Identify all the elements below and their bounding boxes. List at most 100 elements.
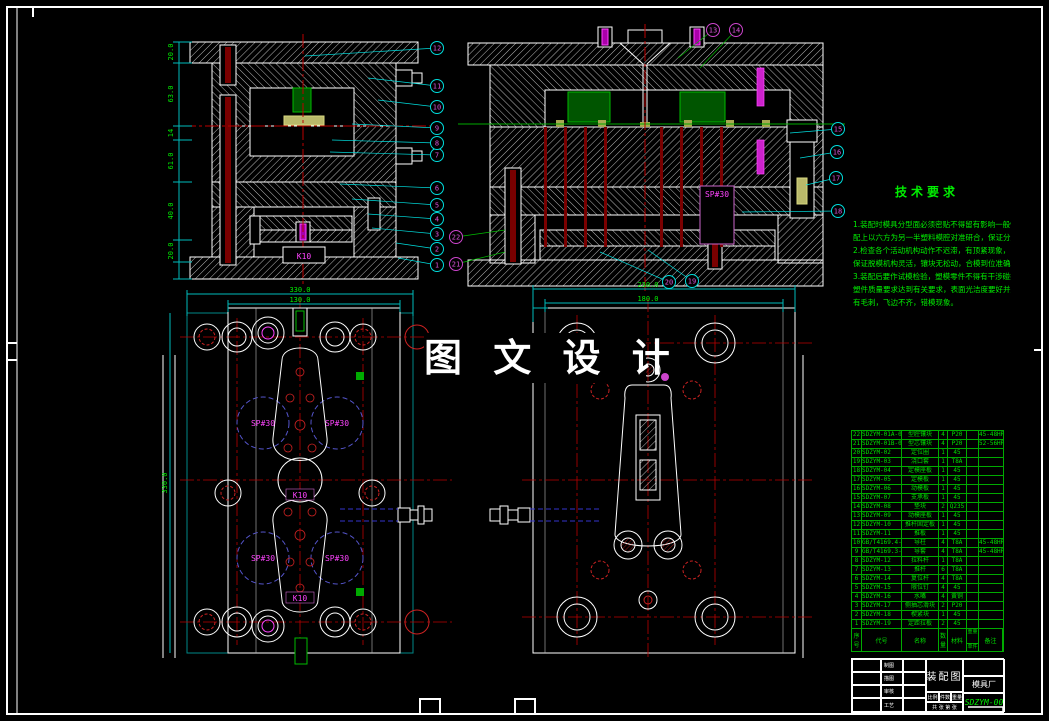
bom-cell: 复位杆 bbox=[902, 575, 939, 584]
sp30-section-label: SP#30 bbox=[699, 185, 735, 245]
title-block: 制图 描图 审核 工艺 装配图 比例 件数 重量 共 张 第 张 模具厂 SDZ… bbox=[851, 658, 1005, 713]
watermark-text: 图 文 设 计 bbox=[424, 333, 670, 383]
svg-text:3: 3 bbox=[435, 231, 439, 239]
bom-cell: 2 bbox=[939, 503, 948, 512]
svg-text:12: 12 bbox=[433, 45, 441, 53]
bom-cell bbox=[967, 584, 979, 593]
bom-row: 1 SDZYM-19 定距拉板 2 45 bbox=[852, 620, 1003, 629]
bom-cell: SDZYM-10 bbox=[862, 521, 902, 530]
bom-cell: 动模座板 bbox=[902, 512, 939, 521]
bom-row: 8 SDZYM-12 拉料杆 1 T8A bbox=[852, 557, 1003, 566]
bom-row: 20 SDZYM-02 定位圈 1 45 bbox=[852, 449, 1003, 458]
bom-cell: 4 bbox=[852, 593, 862, 602]
bom-cell bbox=[967, 485, 979, 494]
bom-cell: T8A bbox=[948, 575, 967, 584]
svg-text:18: 18 bbox=[834, 208, 842, 216]
bom-cell bbox=[979, 458, 1003, 467]
sp30-plan-label: SP#30 bbox=[251, 554, 275, 563]
bom-cell bbox=[979, 530, 1003, 539]
bom-row: 10GB/T4169.4-2006导柱4T8A 45-48HRC bbox=[852, 539, 1003, 548]
bom-cell bbox=[967, 512, 979, 521]
tb-weight-label: 重量 bbox=[951, 692, 963, 702]
bom-cell: 水嘴 bbox=[902, 593, 939, 602]
dim-chain-label: 63.0 bbox=[167, 86, 175, 103]
bom-row: 22SDZYM-01A-00型腔镶块4P20 45-48HRC bbox=[852, 431, 1003, 440]
bom-cell: P20 bbox=[948, 440, 967, 449]
bom-cell: 4 bbox=[939, 431, 948, 440]
bom-cell: 型芯镶块 bbox=[902, 440, 939, 449]
bom-cell: SDZYM-16 bbox=[862, 593, 902, 602]
view-section-right: SP#30 bbox=[458, 24, 845, 292]
svg-text:2: 2 bbox=[435, 246, 439, 254]
sp30-plan-label: SP#30 bbox=[325, 419, 349, 428]
bom-cell: SDZYM-02 bbox=[862, 449, 902, 458]
bom-cell bbox=[967, 467, 979, 476]
dim-plan-left-side: 330.0 bbox=[161, 472, 169, 493]
bom-cell: 推杆固定板 bbox=[902, 521, 939, 530]
bom-cell: SDZYM-15 bbox=[862, 584, 902, 593]
bom-cell: SDZYM-08 bbox=[862, 503, 902, 512]
bom-cell: 1 bbox=[939, 557, 948, 566]
bom-cell bbox=[967, 449, 979, 458]
tb-scale-label: 比例 bbox=[926, 692, 939, 702]
bom-cell bbox=[967, 557, 979, 566]
bom-cell: 13 bbox=[852, 512, 862, 521]
bom-cell: 黄铜 bbox=[948, 593, 967, 602]
bom-cell: 45 bbox=[948, 620, 967, 629]
bom-cell: 45-48HRC bbox=[979, 431, 1003, 440]
tech-requirements-line-1: 1.装配时模具分型面必须密贴不得留有影响一般性能的间隙， bbox=[853, 220, 1011, 229]
bom-cell bbox=[967, 575, 979, 584]
bom-cell: SDZYM-18 bbox=[862, 611, 902, 620]
bom-cell: 19 bbox=[852, 458, 862, 467]
bom-cell bbox=[967, 431, 979, 440]
tech-requirements-line-7: 有毛刺，飞边不齐，错模现象。 bbox=[853, 298, 958, 307]
bom-cell: 1 bbox=[939, 611, 948, 620]
bom-cell: 11 bbox=[852, 530, 862, 539]
svg-text:11: 11 bbox=[433, 83, 441, 91]
drawing-number: SDZYM-00 bbox=[963, 693, 1005, 712]
bom-cell: P20 bbox=[948, 602, 967, 611]
bom-cell: 3 bbox=[852, 602, 862, 611]
bom-cell: SDZYM-17 bbox=[862, 602, 902, 611]
bom-cell: 21 bbox=[852, 440, 862, 449]
bom-cell bbox=[979, 557, 1003, 566]
bom-cell bbox=[967, 602, 979, 611]
bom-cell: 45 bbox=[948, 476, 967, 485]
bom-cell: 动模板 bbox=[902, 485, 939, 494]
bom-cell: 45 bbox=[948, 584, 967, 593]
tb-label-3: 工艺 bbox=[852, 698, 926, 712]
bom-header-code: 代号 bbox=[862, 629, 902, 651]
dim-chain-label: 61.0 bbox=[167, 153, 175, 170]
bom-cell bbox=[979, 575, 1003, 584]
svg-text:14: 14 bbox=[732, 27, 740, 35]
svg-text:9: 9 bbox=[435, 125, 439, 133]
bom-cell: SDZYM-01B-00 bbox=[862, 440, 902, 449]
bom-cell: SDZYM-06 bbox=[862, 485, 902, 494]
bom-cell bbox=[967, 566, 979, 575]
bom-cell: 45 bbox=[948, 512, 967, 521]
bom-cell: 45-48HRC bbox=[979, 548, 1003, 557]
svg-text:21: 21 bbox=[452, 261, 460, 269]
bom-cell: 限位钉 bbox=[902, 584, 939, 593]
bom-cell bbox=[979, 593, 1003, 602]
svg-text:16: 16 bbox=[833, 149, 841, 157]
bom-cell: 7 bbox=[852, 566, 862, 575]
bom-cell: GB/T4169.3-2006 bbox=[862, 548, 902, 557]
tech-requirements-line-3: 2.检查各个活动机构动作不迟滞，有顶紧现象， bbox=[853, 246, 1011, 255]
bom-cell: Q235 bbox=[948, 503, 967, 512]
bom-row: 15 SDZYM-07 支承板 1 45 bbox=[852, 494, 1003, 503]
bom-row: 13 SDZYM-09 动模座板 1 45 bbox=[852, 512, 1003, 521]
dim-plan-right-inner: 180.0 bbox=[637, 295, 658, 303]
bom-row: 3 SDZYM-17 侧抽芯滑块 2 P20 bbox=[852, 602, 1003, 611]
bom-cell bbox=[979, 602, 1003, 611]
bom-table: 22SDZYM-01A-00型腔镶块4P2045-48HRC21SDZYM-01… bbox=[851, 430, 1004, 652]
tech-requirements-title: 技术要求 bbox=[895, 185, 960, 199]
bom-cell: 45 bbox=[948, 521, 967, 530]
tb-label-1: 描图 bbox=[852, 672, 926, 685]
bom-cell: SDZYM-13 bbox=[862, 566, 902, 575]
k10-section-text: K10 bbox=[297, 252, 312, 261]
bom-header-qty: 数量 bbox=[939, 629, 948, 651]
bom-header-row: 序号 代号 名称 数量 材料 重量 单件 备注 bbox=[852, 629, 1003, 651]
sp30-section-text: SP#30 bbox=[705, 190, 729, 199]
bom-cell: SDZYM-07 bbox=[862, 494, 902, 503]
